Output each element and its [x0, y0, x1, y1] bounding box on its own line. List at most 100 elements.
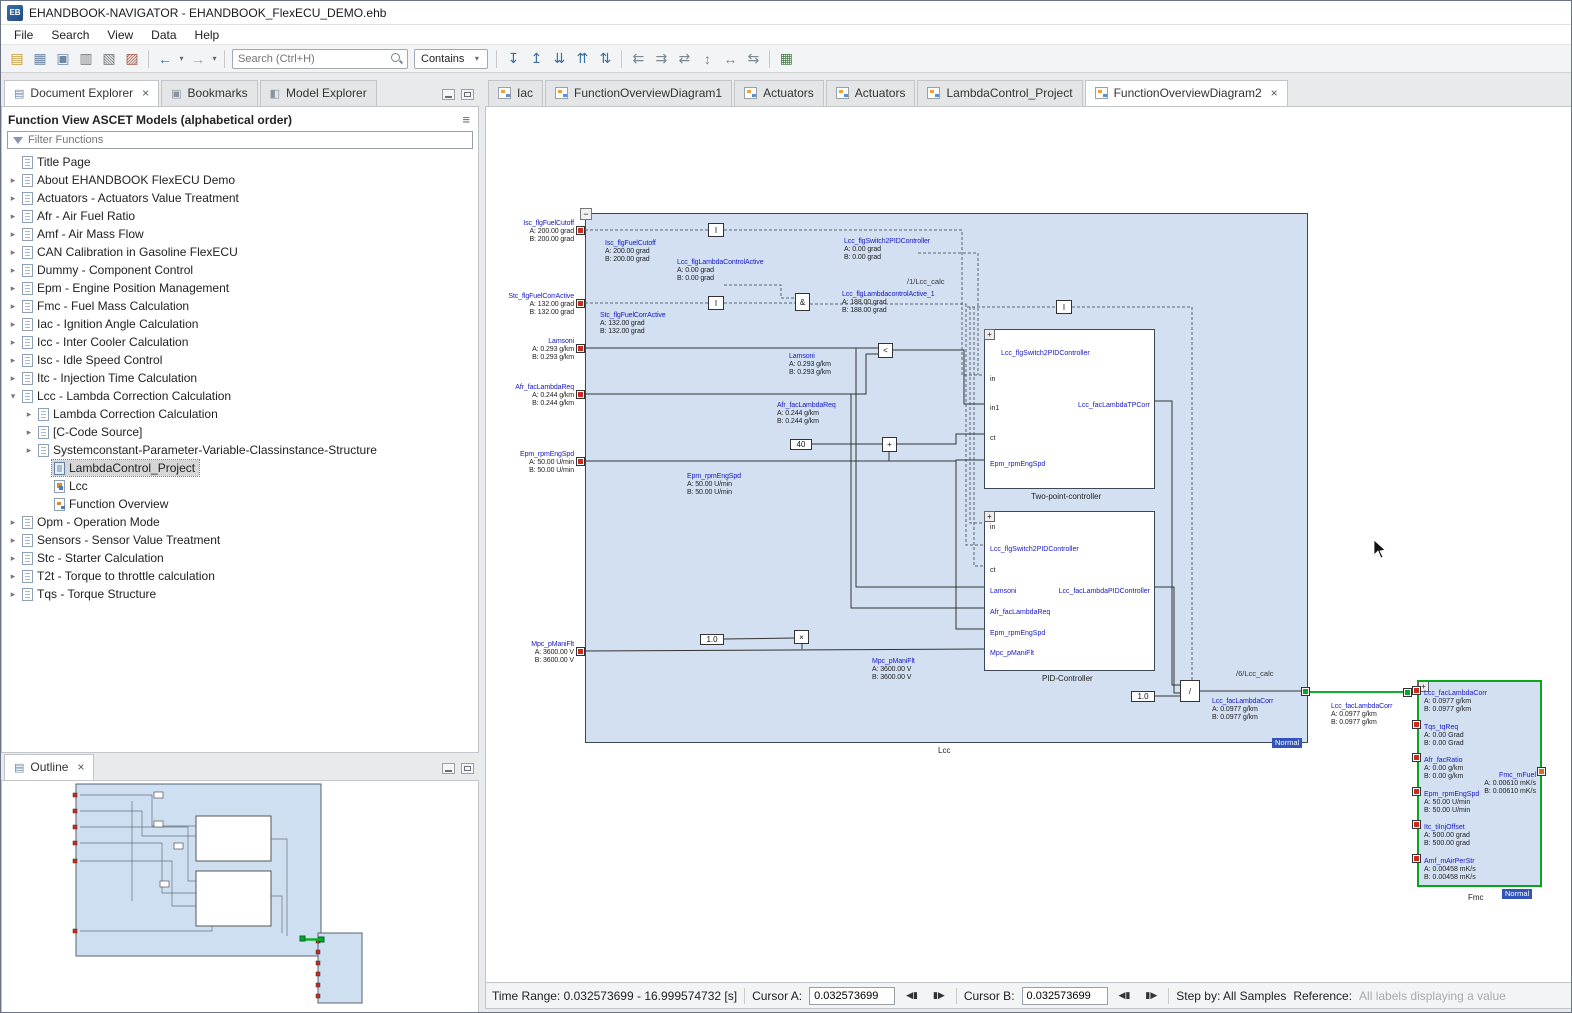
operator-block[interactable]: 1.0: [1131, 691, 1155, 702]
cursor-a-next-button[interactable]: ▮▶: [929, 987, 949, 1004]
menu-help[interactable]: Help: [186, 27, 229, 43]
table-view-icon[interactable]: ▦: [775, 48, 797, 70]
go-down-icon[interactable]: ↧: [502, 48, 524, 70]
diagram-canvas[interactable]: −: [485, 106, 1572, 983]
tab-iac[interactable]: Iac: [488, 80, 543, 106]
chevron-right-icon[interactable]: ▸: [6, 265, 20, 276]
signal-label[interactable]: Stc_flgFuelCorrActiveA: 132.00 gradB: 13…: [494, 293, 574, 317]
chevron-right-icon[interactable]: ▸: [22, 427, 36, 438]
filter-input[interactable]: [28, 134, 472, 146]
tab-model-explorer[interactable]: ◧Model Explorer: [260, 80, 377, 106]
signal-label[interactable]: Isc_flgFuelCutoffA: 200.00 gradB: 200.00…: [494, 220, 574, 244]
cursor-a-input[interactable]: [809, 987, 895, 1005]
cursor-b-prev-button[interactable]: ◀▮: [1115, 987, 1135, 1004]
tree-item[interactable]: ▸[C-Code Source]: [2, 423, 478, 441]
chevron-right-icon[interactable]: ▸: [6, 193, 20, 204]
search-input[interactable]: [233, 53, 390, 65]
tree-item[interactable]: ▸Amf - Air Mass Flow: [2, 225, 478, 243]
expand-children-icon[interactable]: ⇊: [548, 48, 570, 70]
signal-label[interactable]: Isc_flgFuelCutoffA: 200.00 gradB: 200.00…: [605, 240, 656, 264]
minimize-icon[interactable]: [442, 89, 455, 100]
cursor-b-input[interactable]: [1022, 987, 1108, 1005]
minimize-icon[interactable]: [442, 763, 455, 774]
tree-item[interactable]: LambdaControl_Project: [2, 459, 478, 477]
tree-item[interactable]: ▸Epm - Engine Position Management: [2, 279, 478, 297]
maximize-icon[interactable]: [461, 89, 474, 100]
close-icon[interactable]: ×: [1271, 88, 1278, 98]
input-port[interactable]: [576, 647, 585, 656]
pid-controller-block[interactable]: +inLcc_flgSwitch2PIDControllerctLamsoniA…: [984, 511, 1155, 671]
chevron-right-icon[interactable]: ▸: [6, 211, 20, 222]
fmc-input-signal[interactable]: Tqs_tqReqA: 0.00 GradB: 0.00 Grad: [1424, 724, 1464, 748]
chevron-down-icon[interactable]: ▾: [177, 54, 186, 63]
tree-item[interactable]: ▸Lambda Correction Calculation: [2, 405, 478, 423]
operator-block[interactable]: +: [882, 437, 897, 452]
chevron-right-icon[interactable]: ▸: [6, 589, 20, 600]
chevron-right-icon[interactable]: ▸: [6, 571, 20, 582]
tab-functionoverviewdiagram2[interactable]: FunctionOverviewDiagram2×: [1085, 80, 1288, 106]
menu-data[interactable]: Data: [142, 27, 185, 43]
open-folder-icon[interactable]: ▤: [6, 48, 28, 70]
tree-item[interactable]: ▸Stc - Starter Calculation: [2, 549, 478, 567]
tree-item[interactable]: ▸Iac - Ignition Angle Calculation: [2, 315, 478, 333]
chevron-right-icon[interactable]: ▸: [22, 445, 36, 456]
close-icon[interactable]: ×: [77, 762, 84, 772]
output-port[interactable]: [1301, 687, 1310, 696]
input-port[interactable]: [1412, 720, 1421, 729]
chevron-right-icon[interactable]: ▸: [6, 247, 20, 258]
input-port[interactable]: [576, 226, 585, 235]
operator-block[interactable]: <: [878, 343, 893, 358]
split-right-icon[interactable]: ⇉: [650, 48, 672, 70]
chevron-right-icon[interactable]: ▸: [6, 517, 20, 528]
output-port[interactable]: [1403, 688, 1412, 697]
expand-icon[interactable]: +: [984, 511, 995, 522]
chevron-right-icon[interactable]: ▸: [6, 319, 20, 330]
input-port[interactable]: [1412, 753, 1421, 762]
tree-item[interactable]: ▸Systemconstant-Parameter-Variable-Class…: [2, 441, 478, 459]
chevron-right-icon[interactable]: ▸: [6, 535, 20, 546]
input-port[interactable]: [1412, 686, 1421, 695]
detach-icon[interactable]: ⇆: [742, 48, 764, 70]
close-icon[interactable]: ×: [142, 88, 149, 98]
output-port[interactable]: [1537, 767, 1546, 776]
input-port[interactable]: [576, 457, 585, 466]
tree-item[interactable]: Lcc: [2, 477, 478, 495]
collapse-children-icon[interactable]: ⇈: [571, 48, 593, 70]
chevron-right-icon[interactable]: ▸: [6, 175, 20, 186]
tree-item[interactable]: Title Page: [2, 153, 478, 171]
tree-item[interactable]: ▸Actuators - Actuators Value Treatment: [2, 189, 478, 207]
tab-functionoverviewdiagram1[interactable]: FunctionOverviewDiagram1: [545, 80, 732, 106]
input-port[interactable]: [1412, 854, 1421, 863]
import-icon[interactable]: ▧: [98, 48, 120, 70]
signal-label[interactable]: Mpc_pManiFltA: 3600.00 VB: 3600.00 V: [872, 658, 915, 682]
chevron-right-icon[interactable]: ▸: [6, 373, 20, 384]
input-port[interactable]: [1412, 820, 1421, 829]
fmc-input-signal[interactable]: Afr_facRatioA: 0.00 g/kmB: 0.00 g/km: [1424, 757, 1463, 781]
menu-file[interactable]: File: [5, 27, 42, 43]
export-pdf-icon[interactable]: ▨: [121, 48, 143, 70]
chevron-right-icon[interactable]: ▸: [6, 553, 20, 564]
save-icon[interactable]: ▦: [29, 48, 51, 70]
go-up-icon[interactable]: ↥: [525, 48, 547, 70]
tab-outline[interactable]: ▤ Outline ×: [4, 754, 94, 780]
signal-label[interactable]: Stc_flgFuelCorrActiveA: 132.00 gradB: 13…: [600, 312, 666, 336]
tree-item[interactable]: ▸Isc - Idle Speed Control: [2, 351, 478, 369]
chevron-right-icon[interactable]: ▸: [6, 229, 20, 240]
signal-label[interactable]: Lcc_flgLambdacontrolActive_1A: 188.00 gr…: [842, 291, 935, 315]
tree-item[interactable]: ▸Fmc - Fuel Mass Calculation: [2, 297, 478, 315]
tree-item[interactable]: ▸T2t - Torque to throttle calculation: [2, 567, 478, 585]
maximize-icon[interactable]: [461, 763, 474, 774]
tree-item[interactable]: Function Overview: [2, 495, 478, 513]
follow-link-icon[interactable]: ↔: [719, 48, 741, 70]
outline-minimap[interactable]: [1, 780, 479, 1013]
tab-actuators[interactable]: Actuators: [826, 80, 916, 106]
print-icon[interactable]: ▥: [75, 48, 97, 70]
tree-item[interactable]: ▸CAN Calibration in Gasoline FlexECU: [2, 243, 478, 261]
operator-block[interactable]: /: [1180, 680, 1200, 702]
save-all-icon[interactable]: ▣: [52, 48, 74, 70]
swap-view-icon[interactable]: ⇅: [594, 48, 616, 70]
chevron-down-icon[interactable]: ▾: [6, 391, 20, 402]
fmc-input-signal[interactable]: Itc_tiInjOffsetA: 500.00 gradB: 500.00 g…: [1424, 824, 1470, 848]
tree-item[interactable]: ▸Icc - Inter Cooler Calculation: [2, 333, 478, 351]
operator-block[interactable]: 1.0: [700, 634, 724, 645]
